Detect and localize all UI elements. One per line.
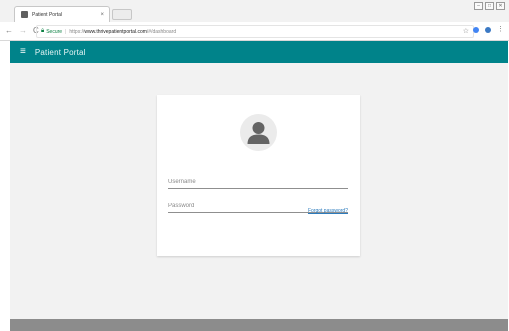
back-arrow-icon[interactable]: ← bbox=[5, 26, 13, 35]
main-content: Forgot password? bbox=[10, 63, 508, 319]
user-avatar-icon bbox=[240, 114, 277, 151]
url-protocol: https:// bbox=[69, 28, 85, 35]
window-controls: – □ ✕ bbox=[474, 2, 505, 10]
favicon-icon bbox=[21, 11, 28, 18]
browser-tab[interactable]: Patient Portal × bbox=[14, 6, 110, 22]
bottom-bar bbox=[10, 319, 508, 331]
username-input[interactable] bbox=[168, 176, 348, 189]
close-window-button[interactable]: ✕ bbox=[496, 2, 505, 10]
browser-toolbar: ← → C 🔒︎ Secure | https:// www.thrivepat… bbox=[0, 22, 509, 41]
menu-icon[interactable]: ≡ bbox=[20, 47, 26, 57]
nav-buttons: ← → C bbox=[5, 26, 39, 35]
url-host: www.thrivepatientportal.com bbox=[84, 28, 147, 35]
secure-label: Secure bbox=[46, 28, 63, 35]
username-field-wrapper bbox=[168, 170, 348, 189]
forward-arrow-icon[interactable]: → bbox=[19, 26, 27, 35]
lock-icon: 🔒︎ bbox=[41, 28, 45, 34]
extensions-area: ⋮ bbox=[473, 26, 504, 33]
password-field-wrapper bbox=[168, 194, 348, 213]
bookmark-star-icon[interactable]: ☆ bbox=[463, 27, 469, 35]
maximize-button[interactable]: □ bbox=[485, 2, 494, 10]
minimize-button[interactable]: – bbox=[474, 2, 483, 10]
login-card: Forgot password? bbox=[157, 95, 360, 256]
tab-title: Patient Portal bbox=[32, 11, 63, 18]
app-bar: ≡ Patient Portal bbox=[10, 41, 508, 63]
app-title: Patient Portal bbox=[34, 47, 86, 57]
address-bar[interactable]: 🔒︎ Secure | https:// www.thrivepatientpo… bbox=[36, 25, 474, 38]
forgot-password-link[interactable]: Forgot password? bbox=[308, 208, 348, 214]
extension-icon[interactable] bbox=[485, 27, 491, 33]
browser-menu-icon[interactable]: ⋮ bbox=[497, 26, 504, 33]
url-separator: | bbox=[65, 28, 67, 35]
tab-close-icon[interactable]: × bbox=[100, 12, 104, 18]
url-path: /#/dashboard bbox=[146, 28, 177, 35]
extension-icon[interactable] bbox=[473, 27, 479, 33]
new-tab-button[interactable] bbox=[112, 9, 132, 20]
browser-tab-strip: Patient Portal × – □ ✕ bbox=[0, 0, 509, 22]
